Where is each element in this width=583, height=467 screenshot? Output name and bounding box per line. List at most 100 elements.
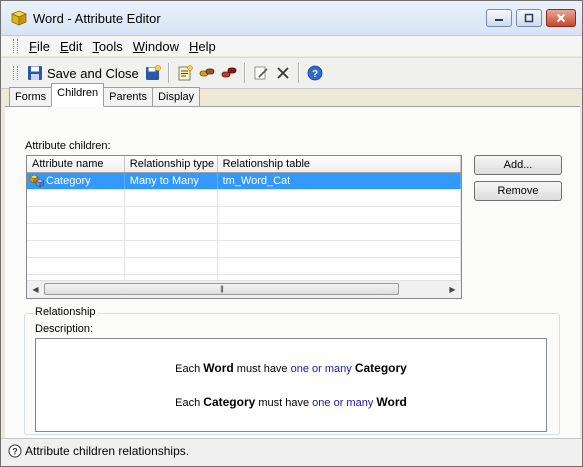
link-icon [199, 68, 215, 77]
menu-file[interactable]: File [24, 39, 55, 54]
relationship-type-cell: Many to Many [125, 173, 218, 189]
desc-entity: Category [203, 395, 256, 409]
save-new-icon [145, 65, 161, 80]
table-row[interactable] [27, 241, 461, 258]
svg-text:?: ? [312, 69, 318, 80]
link-attribute-button[interactable] [196, 62, 218, 84]
unlink-attribute-button[interactable] [218, 62, 240, 84]
desc-text: must have [233, 363, 291, 375]
desc-entity: Word [203, 361, 234, 375]
attribute-relation-icon [30, 174, 44, 188]
add-button[interactable]: Add... [474, 155, 562, 175]
scroll-left-arrow-icon[interactable]: ◀ [27, 281, 44, 298]
close-icon [556, 13, 566, 23]
menu-grip[interactable] [13, 39, 18, 53]
relationship-table-cell: tm_Word_Cat [218, 173, 461, 189]
horizontal-scrollbar[interactable]: ◀ ||| ▶ [27, 280, 461, 298]
toolbar-grip[interactable] [13, 66, 18, 80]
properties-icon [178, 65, 193, 81]
edit-icon [254, 66, 268, 80]
empty-cell [27, 258, 125, 274]
scroll-thumb[interactable]: ||| [44, 283, 399, 295]
save-icon [28, 66, 42, 80]
tab-forms[interactable]: Forms [9, 87, 53, 107]
status-bar: ? Attribute children relationships. [1, 438, 582, 466]
tab-parents[interactable]: Parents [103, 87, 154, 107]
table-row[interactable] [27, 258, 461, 275]
relationship-group: Relationship Description: Each Word must… [24, 306, 560, 435]
attribute-editor-window: Word - Attribute Editor File Edit Tools … [0, 0, 583, 467]
toolbar-separator [297, 63, 300, 83]
menu-tools[interactable]: Tools [87, 39, 127, 54]
empty-cell [125, 224, 218, 240]
attribute-cube-icon [10, 10, 28, 26]
tab-children[interactable]: Children [51, 83, 105, 107]
column-header-attribute-name[interactable]: Attribute name [27, 156, 125, 172]
desc-cardinality: one or many [290, 363, 352, 375]
help-icon: ? [307, 65, 323, 81]
menu-bar: File Edit Tools Window Help [1, 36, 582, 56]
save-and-close-label: Save and Close [47, 65, 139, 81]
empty-cell [27, 224, 125, 240]
window-title: Word - Attribute Editor [33, 10, 161, 26]
menu-window[interactable]: Window [128, 39, 184, 54]
attribute-children-list[interactable]: Attribute name Relationship type Relatio… [26, 155, 462, 299]
toolbar-separator [243, 63, 246, 83]
relationship-group-title: Relationship [33, 306, 98, 318]
empty-cell [218, 190, 461, 206]
attribute-children-label: Attribute children: [25, 140, 111, 152]
empty-cell [218, 241, 461, 257]
menu-edit[interactable]: Edit [55, 39, 87, 54]
desc-entity: Category [354, 361, 407, 375]
table-row[interactable] [27, 224, 461, 241]
empty-cell [218, 258, 461, 274]
toolbar-separator [167, 63, 170, 83]
maximize-button[interactable] [516, 9, 542, 27]
desc-text: Each [175, 397, 204, 409]
status-text: Attribute children relationships. [25, 444, 190, 458]
empty-cell [218, 207, 461, 223]
desc-text: Each [175, 363, 204, 375]
edit-button[interactable] [250, 62, 272, 84]
description-label: Description: [35, 323, 94, 335]
minimize-icon [495, 19, 503, 21]
save-new-button[interactable] [142, 62, 164, 84]
svg-text:?: ? [12, 447, 18, 457]
description-line-1: Each Word must have one or many Category [36, 361, 546, 375]
empty-cell [125, 258, 218, 274]
minimize-button[interactable] [486, 9, 512, 27]
scroll-right-arrow-icon[interactable]: ▶ [444, 281, 461, 298]
maximize-icon [524, 13, 534, 23]
attribute-name-text: Category [46, 175, 91, 187]
empty-cell [218, 224, 461, 240]
title-bar[interactable]: Word - Attribute Editor [1, 1, 582, 36]
table-row[interactable]: Category Many to Many tm_Word_Cat [27, 173, 461, 190]
table-row[interactable] [27, 190, 461, 207]
close-button[interactable] [546, 9, 576, 27]
tab-strip: Forms Children Parents Display [9, 83, 201, 107]
save-and-close-button[interactable]: Save and Close [24, 62, 142, 84]
column-header-relationship-type[interactable]: Relationship type [125, 156, 218, 172]
column-header-relationship-table[interactable]: Relationship table [218, 156, 461, 172]
tab-display[interactable]: Display [152, 87, 201, 107]
empty-cell [27, 241, 125, 257]
unlink-icon [221, 67, 237, 78]
properties-button[interactable] [174, 62, 196, 84]
desc-text: must have [255, 397, 313, 409]
list-header: Attribute name Relationship type Relatio… [27, 156, 461, 173]
delete-button[interactable] [272, 62, 294, 84]
table-row[interactable] [27, 207, 461, 224]
empty-cell [27, 207, 125, 223]
menu-help[interactable]: Help [184, 39, 221, 54]
help-hint-icon: ? [8, 444, 22, 458]
description-line-2: Each Category must have one or many Word [36, 395, 546, 409]
empty-cell [27, 190, 125, 206]
empty-cell [125, 190, 218, 206]
desc-cardinality: one or many [312, 397, 374, 409]
empty-cell [125, 207, 218, 223]
help-button[interactable]: ? [304, 62, 326, 84]
remove-button[interactable]: Remove [474, 181, 562, 201]
description-box: Each Word must have one or many Category… [35, 338, 547, 432]
attribute-name-cell: Category [27, 173, 125, 189]
desc-entity: Word [376, 395, 407, 409]
